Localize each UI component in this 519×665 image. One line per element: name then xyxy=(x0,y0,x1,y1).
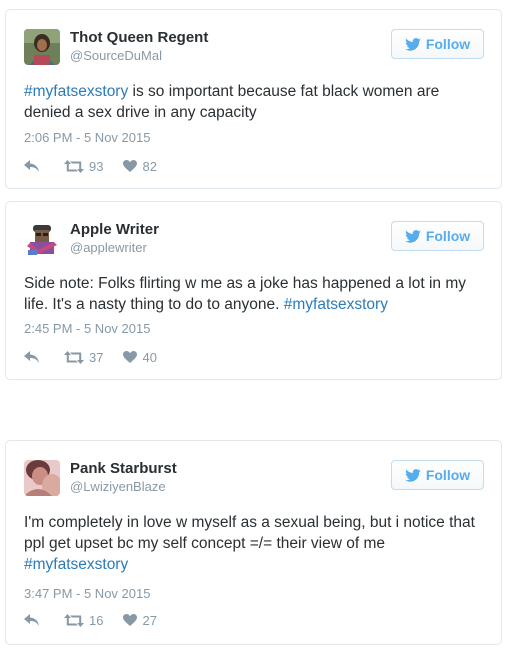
tweet-timestamp[interactable]: 2:45 PM - 5 Nov 2015 xyxy=(24,321,150,336)
retweet-icon xyxy=(64,159,84,173)
tweet-timestamp[interactable]: 3:47 PM - 5 Nov 2015 xyxy=(24,586,150,601)
heart-icon xyxy=(123,160,138,172)
like-button[interactable]: 27 xyxy=(123,612,157,628)
user-handle[interactable]: @applewriter xyxy=(70,239,159,256)
tweet-actions: 16 27 xyxy=(24,612,157,628)
follow-label: Follow xyxy=(425,228,471,244)
tweet-actions: 37 40 xyxy=(24,349,157,365)
user-handle[interactable]: @SourceDuMal xyxy=(70,47,208,64)
follow-label: Follow xyxy=(425,36,471,52)
avatar[interactable] xyxy=(24,460,60,496)
reply-icon xyxy=(24,160,39,172)
tweet-actions: 93 82 xyxy=(24,158,157,174)
hashtag-link[interactable]: #myfatsexstory xyxy=(24,556,128,573)
like-count: 40 xyxy=(142,349,157,365)
display-name[interactable]: Pank Starburst xyxy=(70,460,177,478)
hashtag-link[interactable]: #myfatsexstory xyxy=(24,83,128,100)
retweet-count: 37 xyxy=(89,349,104,365)
tweet-timestamp[interactable]: 2:06 PM - 5 Nov 2015 xyxy=(24,130,150,145)
follow-button[interactable]: Follow xyxy=(391,29,484,59)
display-name[interactable]: Thot Queen Regent xyxy=(70,29,208,47)
tweet-text: #myfatsexstory is so important because f… xyxy=(24,81,483,123)
tweet-header: Apple Writer @applewriter xyxy=(24,221,159,259)
tweet-text-body: Side note: Folks flirting w me as a joke… xyxy=(24,275,466,313)
reply-button[interactable] xyxy=(24,351,44,363)
twitter-bird-icon xyxy=(405,468,421,482)
like-count: 27 xyxy=(142,612,157,628)
tweet-card: Thot Queen Regent @SourceDuMal Follow #m… xyxy=(5,9,502,189)
retweet-button[interactable]: 37 xyxy=(64,350,103,365)
retweet-icon xyxy=(64,613,84,627)
tweet-header: Pank Starburst @LwiziyenBlaze xyxy=(24,460,177,498)
avatar[interactable] xyxy=(24,29,60,65)
reply-icon xyxy=(24,614,39,626)
display-name[interactable]: Apple Writer xyxy=(70,221,159,239)
twitter-bird-icon xyxy=(405,229,421,243)
user-handle[interactable]: @LwiziyenBlaze xyxy=(70,478,177,495)
tweet-card: Apple Writer @applewriter Follow Side no… xyxy=(5,201,502,380)
like-button[interactable]: 40 xyxy=(123,349,157,365)
reply-icon xyxy=(24,351,39,363)
retweet-button[interactable]: 16 xyxy=(64,613,103,628)
retweet-count: 93 xyxy=(89,158,104,174)
reply-button[interactable] xyxy=(24,160,44,172)
reply-button[interactable] xyxy=(24,614,44,626)
retweet-count: 16 xyxy=(89,612,104,628)
avatar[interactable] xyxy=(24,221,60,257)
tweet-text: Side note: Folks flirting w me as a joke… xyxy=(24,273,483,315)
tweet-text: I'm completely in love w myself as a sex… xyxy=(24,512,483,575)
like-count: 82 xyxy=(142,158,157,174)
twitter-bird-icon xyxy=(405,37,421,51)
follow-button[interactable]: Follow xyxy=(391,460,484,490)
follow-button[interactable]: Follow xyxy=(391,221,484,251)
retweet-icon xyxy=(64,350,84,364)
tweet-card: Pank Starburst @LwiziyenBlaze Follow I'm… xyxy=(5,440,502,645)
tweet-header: Thot Queen Regent @SourceDuMal xyxy=(24,29,208,67)
heart-icon xyxy=(123,614,138,626)
tweet-text-body: I'm completely in love w myself as a sex… xyxy=(24,514,475,552)
follow-label: Follow xyxy=(425,467,471,483)
like-button[interactable]: 82 xyxy=(123,158,157,174)
heart-icon xyxy=(123,351,138,363)
retweet-button[interactable]: 93 xyxy=(64,159,103,174)
hashtag-link[interactable]: #myfatsexstory xyxy=(284,296,388,313)
